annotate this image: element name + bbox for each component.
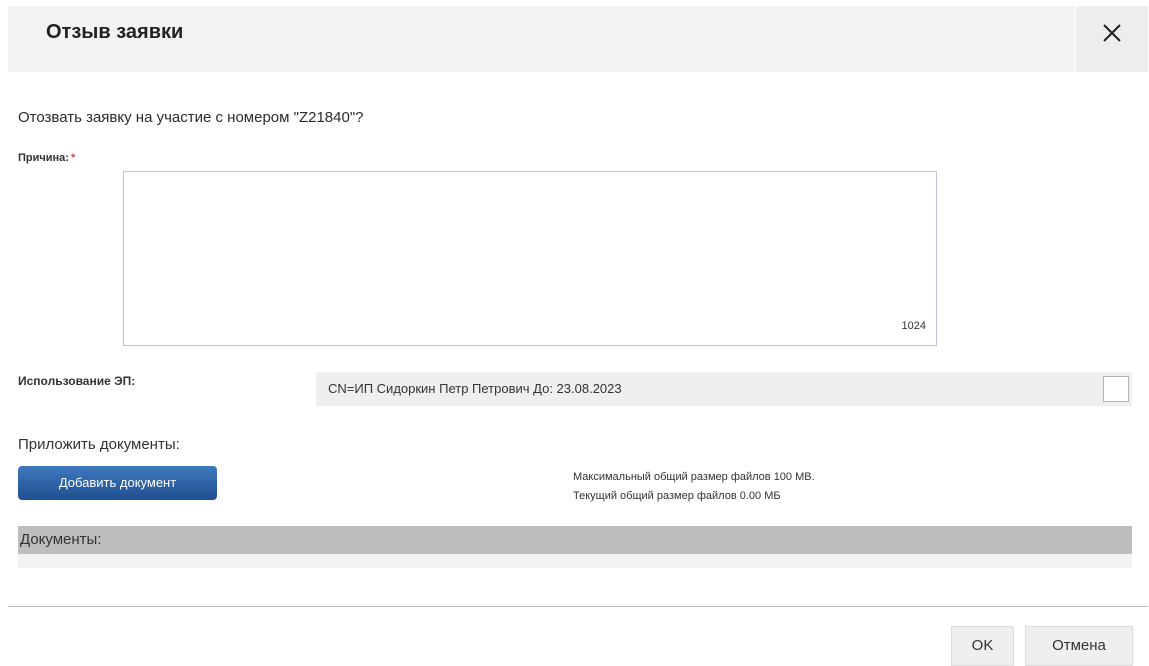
dialog-header: Отзыв заявки: [8, 6, 1075, 72]
dialog-title: Отзыв заявки: [46, 21, 184, 43]
reason-label-text: Причина:: [18, 152, 69, 164]
attach-documents-label: Приложить документы:: [18, 436, 180, 453]
documents-header-label: Документы:: [20, 531, 102, 548]
current-size-text: Текущий общий размер файлов 0.00 МБ: [573, 490, 781, 502]
file-size-info: Максимальный общий размер файлов 100 MB.…: [573, 468, 815, 506]
max-size-text: Максимальный общий размер файлов 100 MB.: [573, 471, 815, 483]
withdraw-question: Отозвать заявку на участие с номером "Z2…: [18, 109, 364, 126]
signature-label: Использование ЭП:: [18, 374, 136, 388]
char-counter: 1024: [901, 320, 926, 332]
documents-list: [18, 554, 1132, 568]
documents-header: Документы:: [18, 526, 1132, 554]
reason-label: Причина: *: [18, 152, 75, 164]
close-button[interactable]: [1076, 6, 1148, 72]
add-document-button[interactable]: Добавить документ: [18, 466, 217, 500]
reason-textarea[interactable]: [124, 172, 936, 345]
close-icon: [1103, 24, 1121, 42]
signature-value: CN=ИП Сидоркин Петр Петрович До: 23.08.2…: [328, 381, 622, 396]
reason-field[interactable]: 1024: [123, 171, 937, 346]
footer-divider: [8, 606, 1148, 607]
ok-button[interactable]: OK: [951, 626, 1014, 666]
signature-row: CN=ИП Сидоркин Петр Петрович До: 23.08.2…: [316, 372, 1132, 406]
required-mark: *: [70, 152, 76, 164]
cancel-button[interactable]: Отмена: [1025, 626, 1133, 666]
signature-checkbox[interactable]: [1103, 376, 1129, 402]
